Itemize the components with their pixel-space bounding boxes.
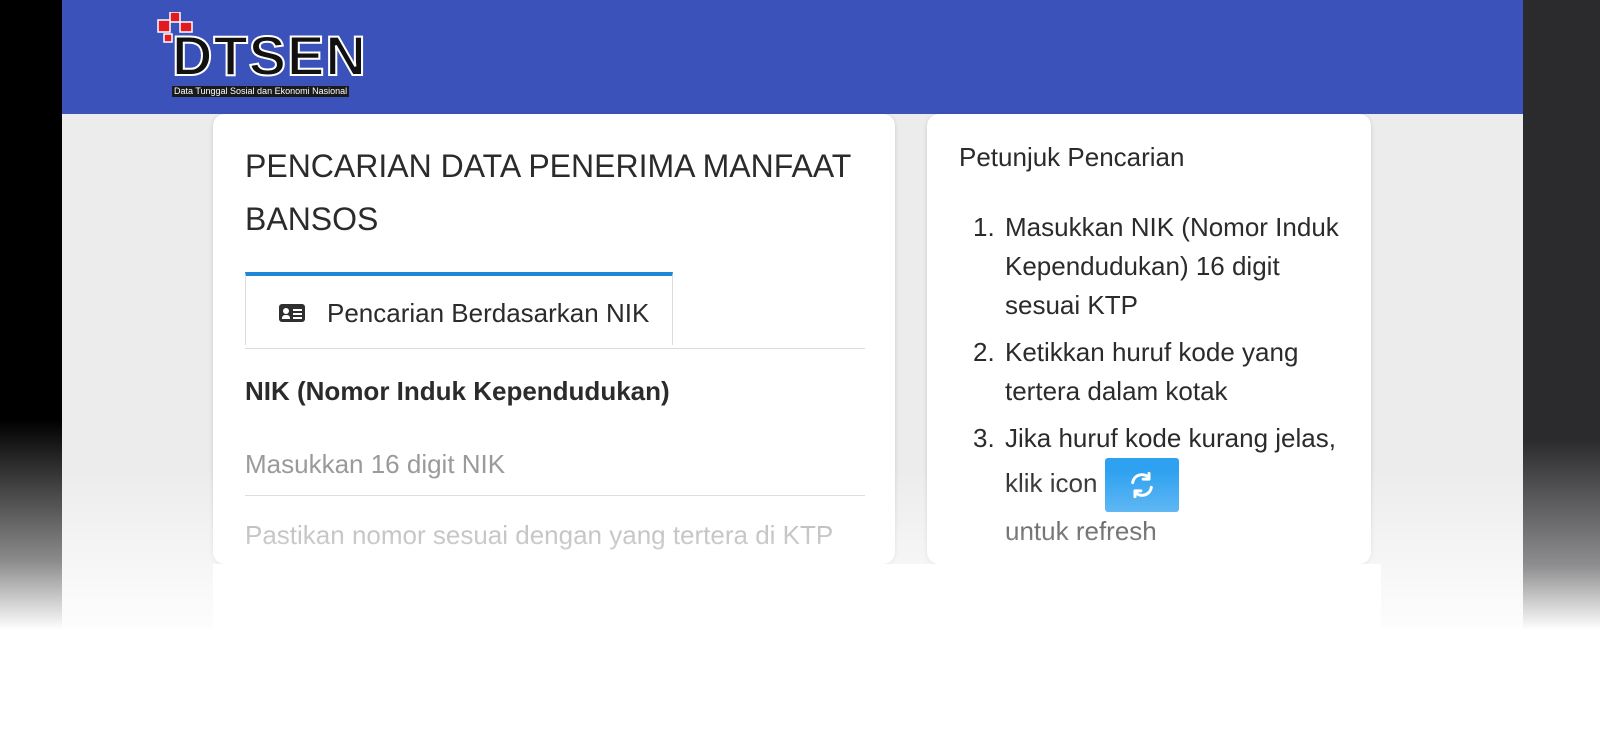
step-number: 3. <box>973 423 995 453</box>
dtsen-logo[interactable]: DTSEN Data Tunggal Sosial dan Ekonomi Na… <box>156 12 367 100</box>
guide-title: Petunjuk Pencarian <box>959 142 1185 172</box>
refresh-icon <box>1131 471 1154 499</box>
nik-input[interactable] <box>245 434 865 496</box>
search-guide-card: Petunjuk Pencarian 1. Masukkan NIK (Nomo… <box>927 114 1371 564</box>
search-card: PENCARIAN DATA PENERIMA MANFAAT BANSOS P… <box>213 114 895 564</box>
id-card-icon <box>279 304 305 322</box>
refresh-captcha-button[interactable] <box>1105 458 1180 512</box>
logo-wordmark: DTSEN <box>171 24 367 87</box>
nik-field-label: NIK (Nomor Induk Kependudukan) <box>245 376 670 406</box>
step-text-after: untuk refresh <box>1005 516 1157 546</box>
guide-step: 1. Masukkan NIK (Nomor Induk Kependuduka… <box>973 208 1345 325</box>
right-backdrop <box>1523 0 1600 731</box>
top-header: DTSEN Data Tunggal Sosial dan Ekonomi Na… <box>62 0 1523 114</box>
guide-step: 3. Jika huruf kode kurang jelas, klik ic… <box>973 419 1345 551</box>
step-text: Ketikkan huruf kode yang tertera dalam k… <box>1005 337 1299 406</box>
bottom-panel <box>213 564 1381 628</box>
tab-label: Pencarian Berdasarkan NIK <box>327 298 650 328</box>
logo-subtitle: Data Tunggal Sosial dan Ekonomi Nasional <box>172 86 350 97</box>
page-title: PENCARIAN DATA PENERIMA MANFAAT BANSOS <box>245 148 851 237</box>
guide-step: 2. Ketikkan huruf kode yang tertera dala… <box>973 333 1345 411</box>
step-number: 2. <box>973 337 995 367</box>
step-number: 1. <box>973 212 995 242</box>
nik-field-hint: Pastikan nomor sesuai dengan yang terter… <box>245 520 834 550</box>
guide-steps: 1. Masukkan NIK (Nomor Induk Kependuduka… <box>973 208 1345 559</box>
tab-search-by-nik[interactable]: Pencarian Berdasarkan NIK <box>245 272 673 345</box>
step-text: Masukkan NIK (Nomor Induk Kependudukan) … <box>1005 212 1339 320</box>
left-backdrop <box>0 0 62 731</box>
search-tabs: Pencarian Berdasarkan NIK <box>245 272 865 349</box>
